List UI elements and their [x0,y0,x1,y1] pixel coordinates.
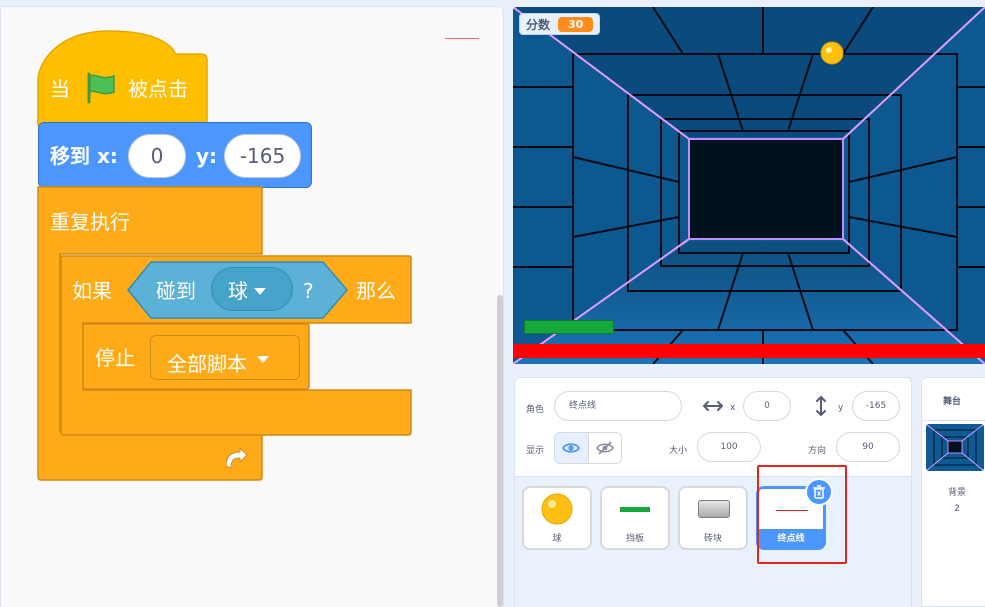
sprite-y-input[interactable]: -165 [852,391,900,421]
stop-label: 停止 [95,346,135,370]
horizontal-arrows-icon [703,401,723,411]
vertical-arrows-icon [816,396,826,416]
ball-thumbnail [541,493,573,525]
size-label: 大小 [669,446,688,456]
hat-prefix: 当 [50,77,70,101]
sprite-tile-paddle[interactable]: 挡板 [600,486,670,550]
eye-slash-icon [595,441,614,455]
x-label: x [730,403,736,413]
chevron-down-icon [254,288,266,295]
hat-suffix: 被点击 [128,77,188,101]
score-monitor[interactable]: 分数 30 [519,13,601,35]
stage-backdrop [513,7,985,364]
y-label: y [838,403,844,413]
backdrop-thumbnail[interactable] [926,424,984,471]
sprite-tile-name: 砖块 [703,534,722,544]
chevron-down-icon [257,356,269,363]
sprite-name-label: 角色 [526,405,545,415]
visibility-toggle [554,432,622,464]
touching-label: 碰到 [156,279,196,303]
sprite-tile-name: 球 [552,534,562,544]
stage-title: 舞台 [942,397,961,407]
highlight-annotation [757,465,847,564]
backdrop-count: 2 [954,504,960,514]
then-label: 那么 [356,279,396,303]
code-area-mark [445,38,479,39]
stop-option-dropdown[interactable]: 全部脚本 [150,335,300,380]
stage-selector-panel[interactable]: 舞台 背景 2 [921,377,985,607]
brick-thumbnail [698,500,730,518]
size-input[interactable]: 100 [697,432,761,462]
code-area-scrollbar[interactable] [497,295,503,607]
paddle-thumbnail [620,507,650,512]
paddle-sprite[interactable] [524,320,614,334]
loop-arrow-icon [225,446,248,469]
x-input[interactable]: 0 [128,134,186,178]
direction-input[interactable]: 90 [836,432,900,462]
y-label: y: [196,144,218,168]
stage-header: 舞台 [922,378,985,421]
sprite-x-input[interactable]: 0 [743,391,791,421]
score-value: 30 [558,16,594,32]
touching-target: 球 [228,279,248,303]
backdrop-preview [926,424,984,471]
touching-target-dropdown[interactable] [211,267,293,311]
green-flag-icon [87,72,115,104]
sprite-name-input[interactable]: 终点线 [554,391,682,421]
direction-label: 方向 [808,446,827,456]
show-button[interactable] [555,433,589,463]
stop-option: 全部脚本 [167,352,247,376]
backdrop-label: 背景 [947,488,966,498]
question-mark: ? [303,279,314,303]
sprite-tile-name: 挡板 [625,534,644,544]
ball-sprite[interactable] [820,41,844,65]
forever-label: 重复执行 [50,210,130,234]
hide-button[interactable] [589,433,622,463]
y-input[interactable]: -165 [224,134,301,178]
show-label: 显示 [526,446,545,456]
score-label: 分数 [526,17,551,32]
if-label: 如果 [72,279,112,303]
sprite-tile-brick[interactable]: 砖块 [678,486,748,550]
sprite-tile-ball[interactable]: 球 [522,486,592,550]
stage-canvas[interactable]: 分数 30 [513,7,985,364]
eye-icon [562,443,581,453]
go-to-label: 移到 x: [50,144,118,168]
